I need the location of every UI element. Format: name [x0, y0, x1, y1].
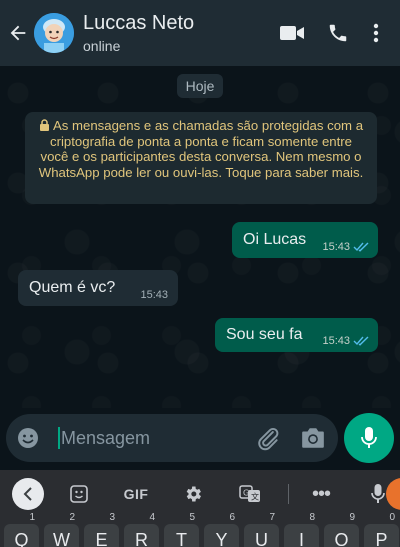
chevron-left-icon: [23, 487, 32, 501]
mic-icon: [371, 484, 385, 503]
attach-icon[interactable]: [255, 425, 281, 451]
message-bubble-incoming[interactable]: Quem é vc? 15:43: [18, 270, 178, 306]
translate-button[interactable]: G 文: [236, 480, 264, 508]
message-time: 15:43: [322, 241, 350, 253]
sticker-icon: [70, 485, 88, 503]
read-receipt-icon: [353, 242, 369, 252]
back-button[interactable]: [2, 0, 34, 66]
gif-button[interactable]: GIF: [118, 480, 154, 508]
phone-icon: [329, 24, 347, 42]
avatar-image: [34, 13, 74, 53]
key-e[interactable]: E3: [84, 512, 119, 547]
more-button[interactable]: •••: [306, 480, 336, 508]
emoji-icon[interactable]: [16, 426, 40, 450]
keyboard-toolbar: GIF G 文 •••: [0, 470, 400, 518]
encryption-notice-text: As mensagens e as chamadas são protegida…: [38, 118, 364, 180]
key-p[interactable]: P0: [364, 512, 399, 547]
message-bubble-outgoing[interactable]: Sou seu fa 15:43: [215, 318, 378, 352]
translate-icon: G 文: [239, 485, 260, 502]
key-i[interactable]: I8: [284, 512, 319, 547]
key-q[interactable]: Q1: [4, 512, 39, 547]
message-composer[interactable]: Mensagem: [6, 414, 338, 462]
voice-call-button[interactable]: [318, 13, 358, 53]
message-time: 15:43: [322, 335, 350, 347]
voice-message-button[interactable]: [344, 413, 394, 463]
key-w[interactable]: W2: [44, 512, 79, 547]
mic-icon: [361, 427, 377, 448]
message-time: 15:43: [140, 289, 168, 301]
message-text: Oi Lucas: [243, 231, 307, 248]
keyboard-collapse-button[interactable]: [12, 478, 44, 510]
settings-gear-icon: [186, 486, 201, 502]
encryption-notice[interactable]: As mensagens e as chamadas são protegida…: [25, 112, 377, 204]
key-t[interactable]: T5: [164, 512, 199, 547]
text-caret: [58, 427, 60, 449]
video-call-icon: [280, 26, 304, 40]
date-separator: Hoje: [177, 74, 223, 98]
back-arrow-icon: [10, 25, 26, 41]
key-y[interactable]: Y6: [204, 512, 239, 547]
contact-avatar[interactable]: [34, 13, 74, 53]
chat-area[interactable]: Hoje As mensagens e as chamadas são prot…: [0, 66, 400, 408]
message-input-bar: Mensagem: [0, 408, 400, 470]
more-vert-icon: [373, 23, 379, 43]
key-u[interactable]: U7: [244, 512, 279, 547]
toolbar-divider: [288, 484, 289, 504]
message-text: Sou seu fa: [226, 326, 303, 343]
camera-icon[interactable]: [300, 426, 326, 450]
chat-header: Luccas Neto online: [0, 0, 400, 66]
more-options-button[interactable]: [364, 13, 388, 53]
contact-status: online: [83, 38, 121, 54]
contact-info[interactable]: Luccas Neto online: [83, 11, 194, 55]
settings-button[interactable]: [180, 480, 206, 508]
message-input[interactable]: Mensagem: [61, 427, 150, 449]
read-receipt-icon: [353, 336, 369, 346]
keyboard-top-row: Q1 W2 E3 R4 T5 Y6 U7 I8 O9 P0: [0, 512, 400, 547]
message-text: Quem é vc?: [29, 279, 116, 296]
message-bubble-outgoing[interactable]: Oi Lucas 15:43: [232, 222, 378, 258]
on-screen-keyboard: GIF G 文 ••• Q1 W2 E 3 R 4 T 5 Y 6 U 7 I …: [0, 470, 400, 547]
video-call-button[interactable]: [272, 13, 312, 53]
key-o[interactable]: O9: [324, 512, 359, 547]
svg-text:文: 文: [251, 492, 259, 502]
sticker-button[interactable]: [66, 480, 92, 508]
contact-name: Luccas Neto: [83, 12, 195, 34]
key-r[interactable]: R4: [124, 512, 159, 547]
lock-icon: [39, 119, 49, 131]
